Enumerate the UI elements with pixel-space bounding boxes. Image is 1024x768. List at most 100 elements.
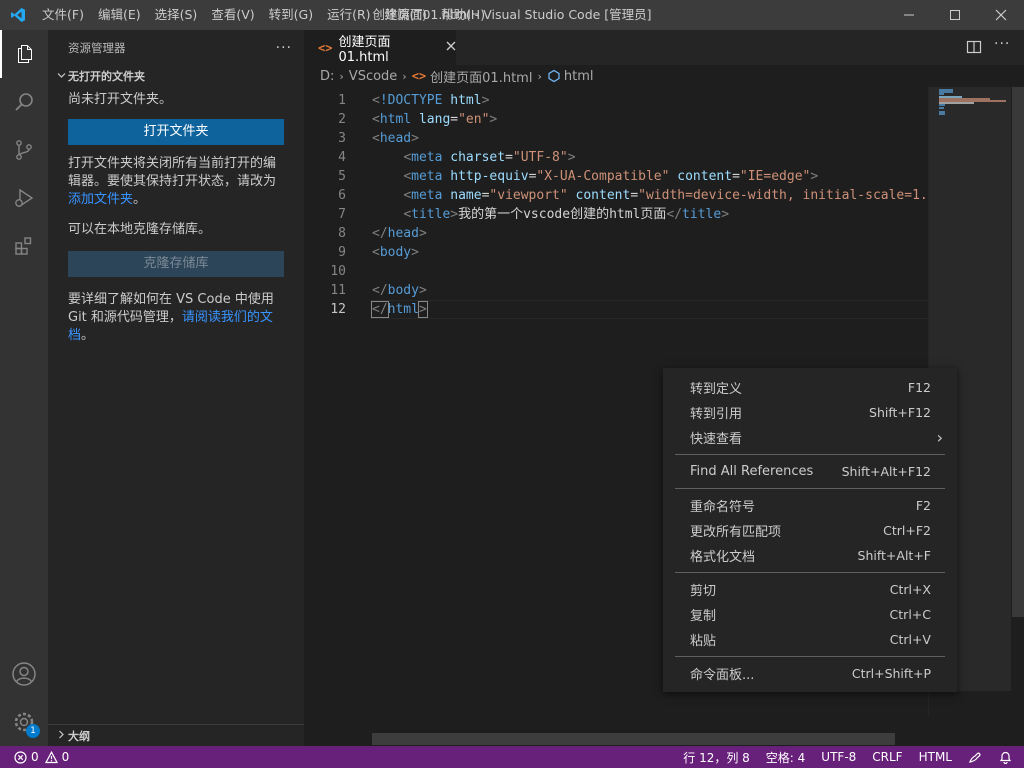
editor-more-actions-icon[interactable]: ··· xyxy=(994,36,1010,52)
context-menu-item[interactable]: Find All References Shift+Alt+F12 xyxy=(663,459,957,484)
open-folder-button[interactable]: 打开文件夹 xyxy=(68,119,284,145)
language-mode[interactable]: HTML xyxy=(911,750,960,764)
breadcrumb-symbol[interactable]: html xyxy=(564,69,594,84)
menu-item-label: 转到引用 xyxy=(690,407,743,422)
code-line[interactable]: 10 xyxy=(304,262,928,281)
code-line[interactable]: 5 <meta http-equiv="X-UA-Compatible" con… xyxy=(304,167,928,186)
chevron-right-icon: › xyxy=(339,69,344,83)
html-file-icon: <> xyxy=(411,69,427,83)
notifications-bell-icon[interactable] xyxy=(991,750,1024,764)
source-control-icon[interactable] xyxy=(0,126,48,174)
files-icon[interactable] xyxy=(0,30,48,78)
breadcrumb-drive[interactable]: D: xyxy=(320,69,334,84)
menu-item[interactable]: 选择(S) xyxy=(148,0,205,30)
context-menu-item[interactable]: 转到引用 Shift+F12 xyxy=(663,400,957,425)
context-menu-item[interactable]: 快速查看 › xyxy=(663,425,957,450)
split-editor-icon[interactable] xyxy=(966,39,982,55)
menu-item-shortcut: F2 xyxy=(915,498,931,513)
learn-more-hint: 要详细了解如何在 VS Code 中使用 Git 和源代码管理，请阅读我们的文 … xyxy=(48,291,304,345)
line-number: 12 xyxy=(330,302,346,317)
code-line[interactable]: 2 <html lang="en"> xyxy=(304,110,928,129)
code-line[interactable]: 6 <meta name="viewport" content="width=d… xyxy=(304,186,951,205)
code-line[interactable]: 1 <!DOCTYPE html> xyxy=(304,91,928,110)
code-line[interactable]: 3 <head> xyxy=(304,129,928,148)
more-actions-icon[interactable]: ··· xyxy=(276,40,292,56)
context-menu-item[interactable]: 重命名符号 F2 xyxy=(663,493,957,518)
menu-item[interactable]: 帮助(H) xyxy=(434,0,492,30)
line-text: </body> xyxy=(372,283,427,298)
tab-html-file[interactable]: <> 创建页面01.html xyxy=(304,30,456,65)
minimap-line xyxy=(939,113,946,116)
menu-item[interactable]: 编辑(E) xyxy=(91,0,148,30)
read-docs-link-cont[interactable]: 档 xyxy=(68,328,81,343)
add-folder-link[interactable]: 添加文件夹 xyxy=(68,192,133,207)
line-text: <!DOCTYPE html> xyxy=(372,93,490,108)
menu-item[interactable]: 查看(V) xyxy=(204,0,261,30)
context-menu-item[interactable]: 命令面板... Ctrl+Shift+P xyxy=(663,661,957,686)
menu-item[interactable]: 转到(G) xyxy=(262,0,320,30)
line-number: 7 xyxy=(338,207,346,222)
menu-item-shortcut: Shift+Alt+F12 xyxy=(841,464,931,479)
menu-item-label: 剪切 xyxy=(690,584,717,599)
line-number: 11 xyxy=(330,283,346,298)
context-menu-item[interactable]: 更改所有匹配项 Ctrl+F2 xyxy=(663,518,957,543)
feedback-icon[interactable] xyxy=(960,750,991,764)
submenu-chevron-icon: › xyxy=(936,428,943,447)
vertical-scrollbar[interactable] xyxy=(1012,87,1024,617)
menu-item-shortcut: F12 xyxy=(907,380,931,395)
code-line[interactable]: 7 <title>我的第一个vscode创建的html页面</title> xyxy=(304,205,928,224)
chevron-right-icon: › xyxy=(402,69,407,83)
menu-item-label: Find All References xyxy=(690,464,814,479)
line-number: 5 xyxy=(338,169,346,184)
context-menu-item[interactable]: 转到定义 F12 xyxy=(663,375,957,400)
problems-indicator[interactable]: 0 0 xyxy=(0,750,69,764)
code-line[interactable]: 8 </head> xyxy=(304,224,928,243)
code-line[interactable]: 11 </body> xyxy=(304,281,928,300)
breadcrumb-file[interactable]: 创建页面01.html xyxy=(430,67,532,86)
extensions-icon[interactable] xyxy=(0,222,48,270)
menu-item-shortcut: Shift+Alt+F xyxy=(857,548,931,563)
sidebar-title: 资源管理器 xyxy=(68,40,126,55)
end-of-line[interactable]: CRLF xyxy=(864,750,910,764)
tab-close-icon[interactable] xyxy=(446,40,456,55)
section-title: 无打开的文件夹 xyxy=(68,70,145,83)
menu-item-shortcut: Ctrl+Shift+P xyxy=(851,666,931,681)
line-number: 1 xyxy=(338,93,346,108)
menu-item[interactable]: 运行(R) xyxy=(320,0,377,30)
error-icon xyxy=(14,750,27,764)
breadcrumb-folder[interactable]: VScode xyxy=(349,69,398,84)
context-menu-item[interactable]: 格式化文档 Shift+Alt+F xyxy=(663,543,957,568)
line-number: 10 xyxy=(330,264,346,279)
context-menu-item[interactable]: 复制 Ctrl+C xyxy=(663,602,957,627)
line-text: <meta name="viewport" content="width=dev… xyxy=(403,188,951,203)
outline-section-header[interactable]: 大纲 xyxy=(48,724,304,746)
settings-gear-icon[interactable]: 1 xyxy=(0,698,48,746)
workspace-hint-end: 。 xyxy=(133,192,147,207)
read-docs-link[interactable]: 请阅读我们的文 xyxy=(182,310,273,325)
indentation[interactable]: 空格: 4 xyxy=(758,749,814,766)
account-icon[interactable] xyxy=(0,650,48,698)
code-line[interactable]: 12 </html> xyxy=(304,300,928,319)
line-text: <head> xyxy=(372,131,419,146)
menu-item-label: 转到定义 xyxy=(690,382,743,397)
menu-item[interactable]: 文件(F) xyxy=(35,0,91,30)
no-folder-section-header[interactable]: 无打开的文件夹 xyxy=(48,65,304,87)
close-window-button[interactable] xyxy=(978,0,1024,30)
menu-separator xyxy=(675,656,945,657)
horizontal-scrollbar[interactable] xyxy=(372,733,895,745)
clone-repository-button[interactable]: 克隆存储库 xyxy=(68,251,284,277)
context-menu-item[interactable]: 粘贴 Ctrl+V xyxy=(663,627,957,652)
line-number: 4 xyxy=(338,150,346,165)
code-line[interactable]: 9 <body> xyxy=(304,243,928,262)
cursor-position[interactable]: 行 12，列 8 xyxy=(675,749,758,766)
run-debug-icon[interactable] xyxy=(0,174,48,222)
code-line[interactable]: 4 <meta charset="UTF-8"> xyxy=(304,148,928,167)
menu-item[interactable]: 终端(T) xyxy=(378,0,434,30)
search-icon[interactable] xyxy=(0,78,48,126)
menu-separator xyxy=(675,454,945,455)
minimize-button[interactable] xyxy=(886,0,932,30)
encoding[interactable]: UTF-8 xyxy=(813,750,864,764)
learn-hint-line2: Git 和源代码管理， xyxy=(68,310,182,325)
maximize-button[interactable] xyxy=(932,0,978,30)
context-menu-item[interactable]: 剪切 Ctrl+X xyxy=(663,577,957,602)
